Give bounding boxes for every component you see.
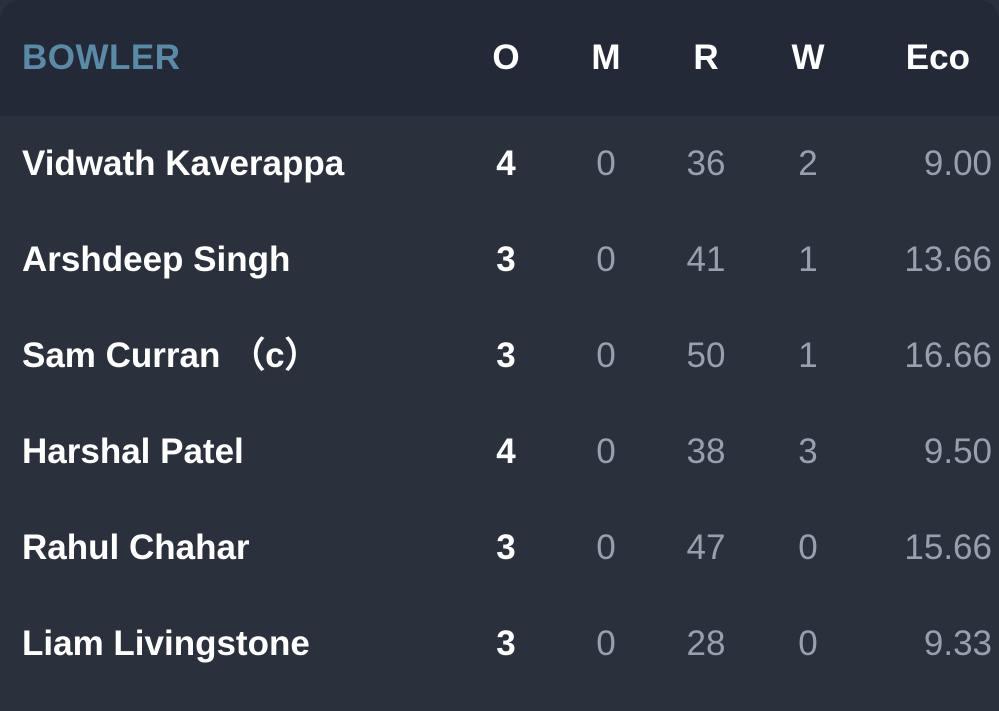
bowler-overs: 3 xyxy=(496,240,516,279)
bowler-list: Vidwath Kaverappa 4 0 36 2 9.00 Arshdeep… xyxy=(0,116,999,692)
bowler-runs: 41 xyxy=(686,240,726,279)
bowler-runs: 47 xyxy=(686,528,726,567)
bowler-row[interactable]: Liam Livingstone 3 0 28 0 9.33 xyxy=(0,596,999,692)
header-wickets: W xyxy=(791,38,825,77)
bowling-scorecard: BOWLER O M R W Eco Vidwath Kaverappa 4 0… xyxy=(0,0,999,711)
bowler-wickets: 1 xyxy=(798,336,818,375)
bowler-runs: 50 xyxy=(686,336,726,375)
scorecard-header: BOWLER O M R W Eco xyxy=(0,0,999,116)
bowler-name[interactable]: Rahul Chahar xyxy=(22,500,250,596)
header-overs: O xyxy=(492,38,520,77)
bowler-maidens: 0 xyxy=(596,528,616,567)
bowler-economy: 16.66 xyxy=(904,336,992,375)
bowler-economy: 15.66 xyxy=(904,528,992,567)
bowler-economy: 9.33 xyxy=(923,624,992,663)
bowler-row[interactable]: Sam Curran （c） 3 0 50 1 16.66 xyxy=(0,308,999,404)
bowler-overs: 3 xyxy=(496,624,516,663)
bowler-runs: 38 xyxy=(686,432,726,471)
header-bowler: BOWLER xyxy=(22,38,181,77)
bowler-row[interactable]: Vidwath Kaverappa 4 0 36 2 9.00 xyxy=(0,116,999,212)
bowler-name[interactable]: Liam Livingstone xyxy=(22,596,310,692)
bowler-overs: 3 xyxy=(496,528,516,567)
bowler-economy: 9.50 xyxy=(923,432,992,471)
bowler-overs: 4 xyxy=(496,144,516,183)
bowler-wickets: 0 xyxy=(798,528,818,567)
bowler-row[interactable]: Harshal Patel 4 0 38 3 9.50 xyxy=(0,404,999,500)
bowler-wickets: 0 xyxy=(798,624,818,663)
bowler-runs: 36 xyxy=(686,144,726,183)
bowler-maidens: 0 xyxy=(596,432,616,471)
bowler-wickets: 2 xyxy=(798,144,818,183)
bowler-economy: 9.00 xyxy=(923,144,992,183)
bowler-wickets: 1 xyxy=(798,240,818,279)
bowler-overs: 4 xyxy=(496,432,516,471)
bowler-name[interactable]: Sam Curran （c） xyxy=(22,308,320,404)
bowler-wickets: 3 xyxy=(798,432,818,471)
header-maidens: M xyxy=(591,38,621,77)
bowler-maidens: 0 xyxy=(596,624,616,663)
bowler-maidens: 0 xyxy=(596,240,616,279)
bowler-row[interactable]: Arshdeep Singh 3 0 41 1 13.66 xyxy=(0,212,999,308)
bowler-economy: 13.66 xyxy=(904,240,992,279)
bowler-name[interactable]: Harshal Patel xyxy=(22,404,244,500)
bowler-maidens: 0 xyxy=(596,336,616,375)
header-runs: R xyxy=(693,38,719,77)
bowler-maidens: 0 xyxy=(596,144,616,183)
bowler-runs: 28 xyxy=(686,624,726,663)
bowler-name[interactable]: Arshdeep Singh xyxy=(22,212,290,308)
bowler-name[interactable]: Vidwath Kaverappa xyxy=(22,116,344,212)
bowler-overs: 3 xyxy=(496,336,516,375)
bowler-row[interactable]: Rahul Chahar 3 0 47 0 15.66 xyxy=(0,500,999,596)
header-economy: Eco xyxy=(905,38,970,77)
